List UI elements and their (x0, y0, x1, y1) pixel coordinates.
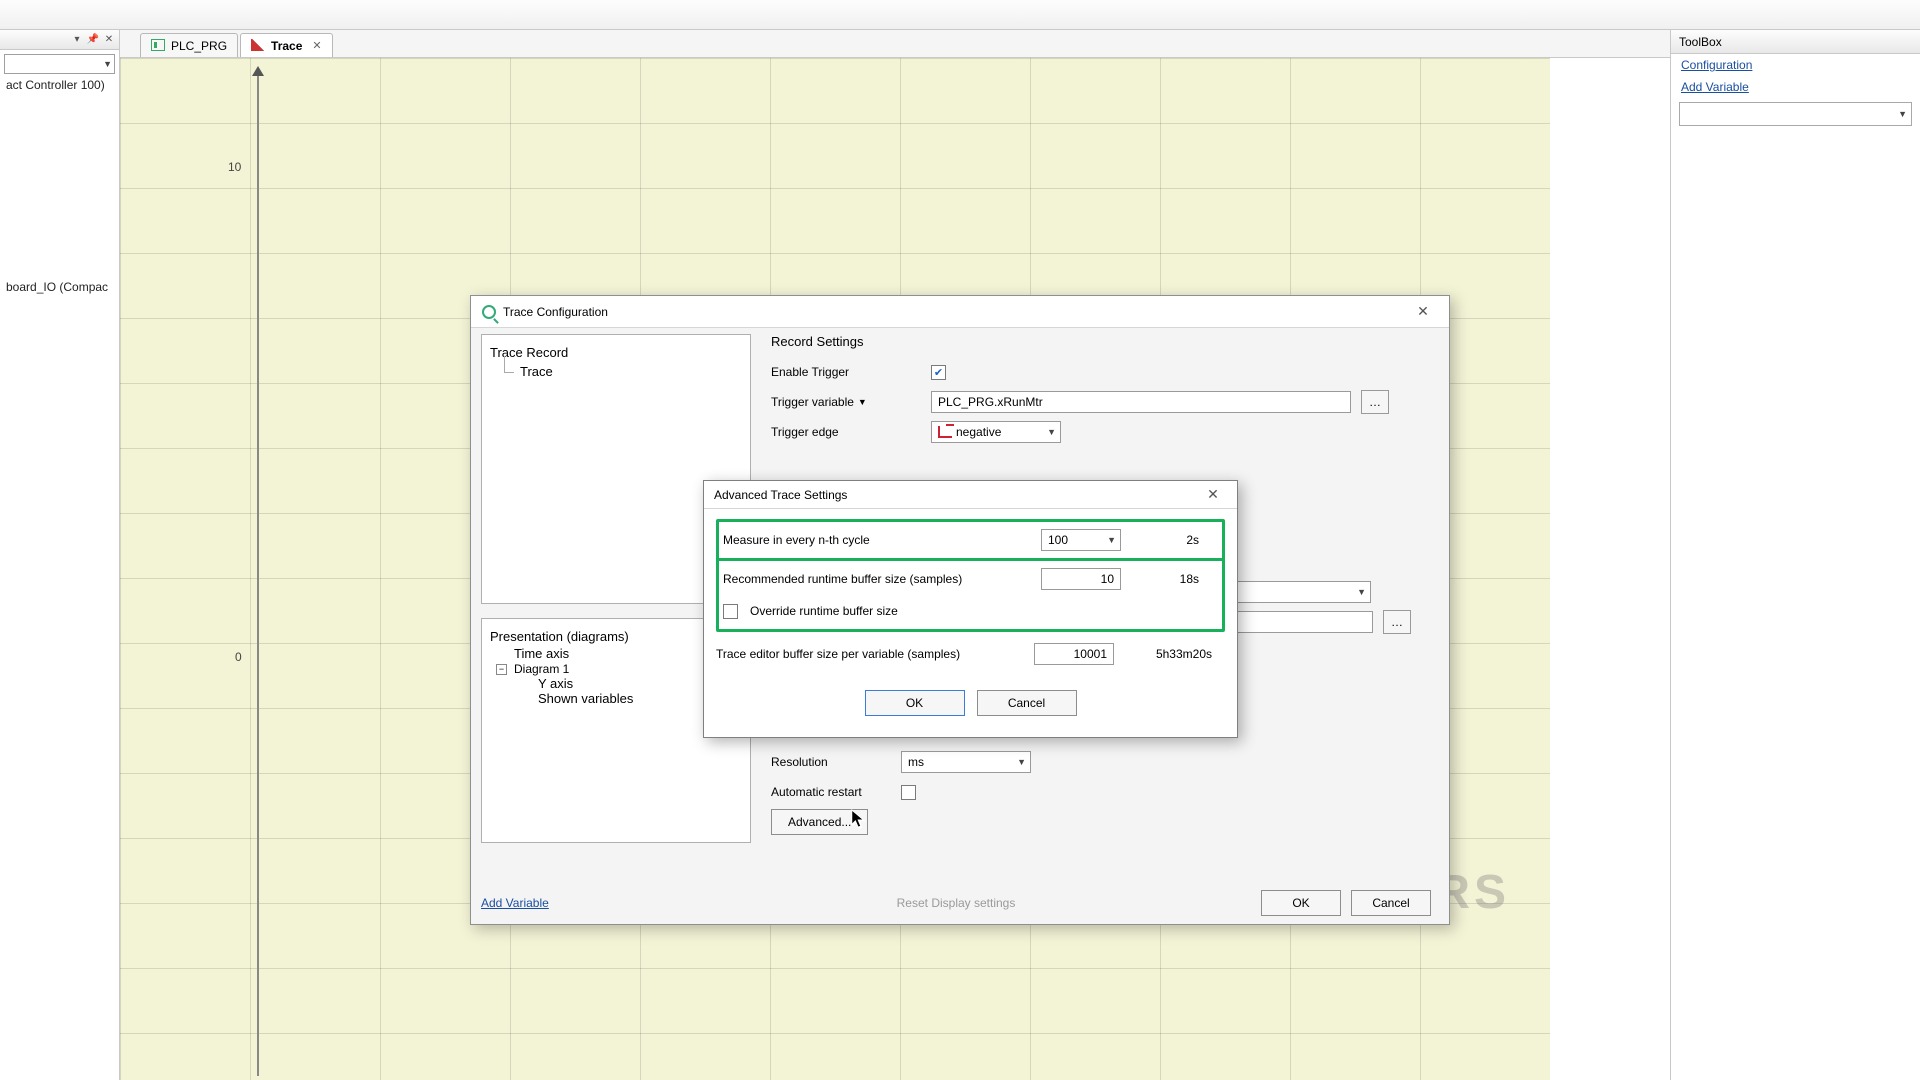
label-trigger-variable: Trigger variable (771, 395, 854, 409)
ok-button[interactable]: OK (865, 690, 965, 716)
tab-close-icon[interactable]: ✕ (308, 39, 321, 52)
y-axis-tick-10: 10 (228, 160, 241, 174)
label-trigger-edge: Trigger edge (771, 425, 921, 439)
advanced-dialog-titlebar[interactable]: Advanced Trace Settings ✕ (704, 481, 1237, 509)
highlight-buffer-rows: Recommended runtime buffer size (samples… (716, 558, 1225, 632)
editor-buffer-time: 5h33m20s (1122, 647, 1212, 661)
chevron-down-icon[interactable]: ▼ (858, 397, 867, 407)
checkbox-override-buffer[interactable] (723, 604, 738, 619)
toolbox-variable-combo[interactable]: ▼ (1679, 102, 1912, 126)
label-editor-buffer: Trace editor buffer size per variable (s… (716, 647, 1026, 661)
advanced-trace-settings-dialog: Advanced Trace Settings ✕ Measure in eve… (703, 480, 1238, 738)
tree-item-trace[interactable]: Trace (490, 362, 742, 381)
dialog-title: Advanced Trace Settings (714, 488, 847, 502)
combo-measure-nth-cycle[interactable]: 100 ▼ (1041, 529, 1121, 551)
tree-expander-icon[interactable]: − (496, 664, 507, 675)
device-tree-combo[interactable]: ▼ (4, 54, 115, 74)
record-settings-heading: Record Settings (771, 334, 1439, 349)
checkbox-auto-restart[interactable] (901, 785, 916, 800)
chevron-down-icon: ▼ (1101, 535, 1116, 545)
negative-edge-icon (938, 426, 952, 438)
add-variable-link[interactable]: Add Variable (481, 896, 549, 910)
ok-button[interactable]: OK (1261, 890, 1341, 916)
browse-record-condition-button[interactable]: … (1383, 610, 1411, 634)
panel-pin-icon[interactable]: 📌 (87, 34, 99, 46)
tree-item-controller[interactable]: act Controller 100) (0, 74, 119, 96)
reset-display-settings-link[interactable]: Reset Display settings (897, 896, 1016, 910)
plc-prg-icon (151, 39, 165, 53)
browse-trigger-variable-button[interactable]: … (1361, 390, 1389, 414)
label-recommended-buffer: Recommended runtime buffer size (samples… (723, 572, 1033, 586)
y-axis-tick-0: 0 (235, 650, 242, 664)
combo-value: 100 (1048, 533, 1068, 547)
combo-trigger-edge[interactable]: negative ▼ (931, 421, 1061, 443)
close-icon[interactable]: ✕ (1407, 300, 1439, 324)
tree-root-trace-record[interactable]: Trace Record (490, 343, 742, 362)
tree-item-label: Diagram 1 (514, 662, 569, 676)
recommended-buffer-time: 18s (1129, 572, 1199, 586)
advanced-button[interactable]: Advanced... (771, 809, 868, 835)
editor-tab-row: PLC_PRG Trace ✕ ▼ (120, 30, 1920, 58)
combo-value: negative (956, 425, 1001, 439)
label-enable-trigger: Enable Trigger (771, 365, 921, 379)
measure-interval-time: 2s (1129, 533, 1199, 547)
chevron-down-icon: ▼ (1041, 427, 1056, 437)
tab-plc-prg[interactable]: PLC_PRG (140, 33, 238, 57)
label-measure-nth-cycle: Measure in every n-th cycle (723, 533, 1033, 547)
checkbox-enable-trigger[interactable] (931, 365, 946, 380)
trace-config-icon (481, 304, 497, 320)
toolbox-header: ToolBox (1671, 30, 1920, 54)
tab-label: PLC_PRG (171, 39, 227, 53)
toolbar-strip (0, 0, 1920, 30)
label-resolution: Resolution (771, 755, 891, 769)
label-auto-restart: Automatic restart (771, 785, 891, 799)
combo-value: ms (908, 755, 924, 769)
close-icon[interactable]: ✕ (1199, 484, 1227, 506)
toolbox-add-variable-link[interactable]: Add Variable (1671, 76, 1920, 98)
toolbox-configuration-link[interactable]: Configuration (1671, 54, 1920, 76)
trace-config-titlebar[interactable]: Trace Configuration ✕ (471, 296, 1449, 328)
label-override-buffer: Override runtime buffer size (750, 604, 898, 618)
input-editor-buffer[interactable] (1034, 643, 1114, 665)
input-recommended-buffer[interactable] (1041, 568, 1121, 590)
highlight-measure-row: Measure in every n-th cycle 100 ▼ 2s (716, 519, 1225, 561)
cancel-button[interactable]: Cancel (1351, 890, 1431, 916)
chevron-down-icon: ▼ (103, 59, 112, 69)
toolbox-panel: ToolBox Configuration Add Variable ▼ (1670, 30, 1920, 1080)
input-trigger-variable[interactable] (931, 391, 1351, 413)
combo-resolution[interactable]: ms ▼ (901, 751, 1031, 773)
dialog-title: Trace Configuration (503, 305, 608, 319)
tab-trace[interactable]: Trace ✕ (240, 33, 333, 57)
trace-tab-icon (251, 39, 265, 53)
chevron-down-icon: ▼ (1898, 109, 1907, 119)
panel-dropdown-icon[interactable]: ▾ (71, 34, 83, 46)
tab-label: Trace (271, 39, 302, 53)
device-tree-header: ▾ 📌 ✕ (0, 30, 119, 50)
chevron-down-icon: ▼ (1351, 587, 1366, 597)
panel-close-icon[interactable]: ✕ (103, 34, 115, 46)
tree-item-board-io[interactable]: board_IO (Compac (0, 276, 119, 298)
chevron-down-icon: ▼ (1011, 757, 1026, 767)
y-axis-arrow-icon (252, 66, 264, 76)
device-tree-panel: ▾ 📌 ✕ ▼ act Controller 100) board_IO (Co… (0, 30, 120, 1080)
y-axis-line (257, 76, 259, 1076)
cancel-button[interactable]: Cancel (977, 690, 1077, 716)
